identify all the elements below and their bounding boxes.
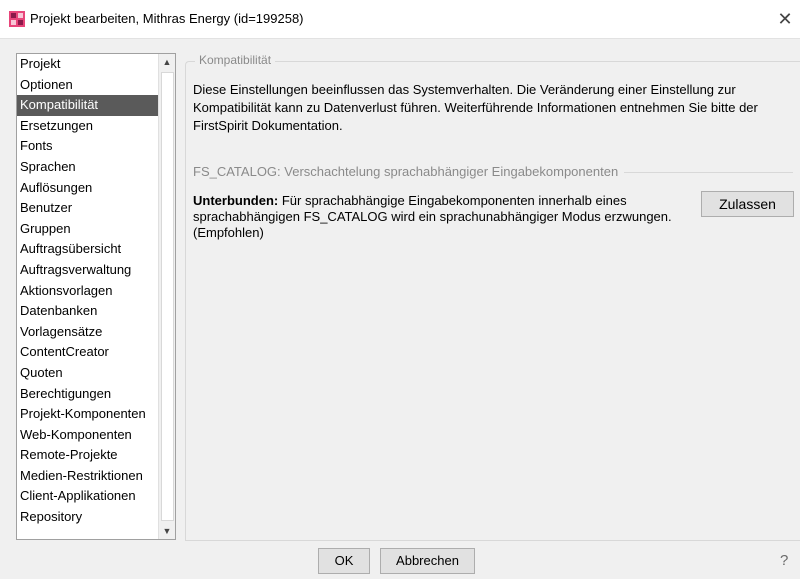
cancel-button[interactable]: Abbrechen bbox=[380, 548, 475, 574]
setting-title: FS_CATALOG: Verschachtelung sprachabhäng… bbox=[193, 164, 625, 179]
sidebar-item[interactable]: Auftragsübersicht bbox=[17, 239, 158, 260]
help-icon[interactable]: ? bbox=[780, 552, 788, 569]
group-title: Kompatibilität bbox=[195, 53, 276, 67]
sidebar-item[interactable]: Projekt-Komponenten bbox=[17, 404, 158, 425]
description-text: Diese Einstellungen beeinflussen das Sys… bbox=[193, 82, 758, 133]
sidebar-item[interactable]: Auftragsverwaltung bbox=[17, 260, 158, 281]
sidebar-item[interactable]: Medien-Restriktionen bbox=[17, 466, 158, 487]
sidebar: Projekt Optionen Kompatibilität Ersetzungen… bbox=[16, 53, 176, 540]
sidebar-item[interactable]: Client-Applikationen bbox=[17, 486, 158, 507]
allow-button[interactable]: Zulassen bbox=[701, 191, 794, 217]
sidebar-item[interactable]: Ersetzungen bbox=[17, 116, 158, 137]
sidebar-item[interactable]: Datenbanken bbox=[17, 301, 158, 322]
scroll-down-icon[interactable]: ▼ bbox=[159, 523, 175, 539]
sidebar-item[interactable]: Repository bbox=[17, 507, 158, 528]
sidebar-item[interactable]: Remote-Projekte bbox=[17, 445, 158, 466]
close-icon[interactable]: ✕ bbox=[770, 0, 800, 38]
sidebar-item[interactable]: Web-Komponenten bbox=[17, 425, 158, 446]
app-icon bbox=[9, 11, 25, 27]
sidebar-item[interactable]: Benutzer bbox=[17, 198, 158, 219]
sidebar-item[interactable]: Vorlagensätze bbox=[17, 322, 158, 343]
sidebar-list: Projekt Optionen Kompatibilität Ersetzungen… bbox=[17, 54, 158, 539]
sidebar-item[interactable]: Kompatibilität bbox=[17, 95, 158, 116]
title-bar: Projekt bearbeiten, Mithras Energy (id=1… bbox=[0, 0, 800, 39]
sidebar-item[interactable]: Quoten bbox=[17, 363, 158, 384]
sidebar-item[interactable]: Gruppen bbox=[17, 219, 158, 240]
sidebar-item[interactable]: Auflösungen bbox=[17, 178, 158, 199]
sidebar-item[interactable]: Optionen bbox=[17, 75, 158, 96]
sidebar-item[interactable]: ContentCreator bbox=[17, 342, 158, 363]
sidebar-item[interactable]: Sprachen bbox=[17, 157, 158, 178]
window-title: Projekt bearbeiten, Mithras Energy (id=1… bbox=[30, 11, 304, 26]
sidebar-item[interactable]: Aktionsvorlagen bbox=[17, 281, 158, 302]
sidebar-item[interactable]: Berechtigungen bbox=[17, 384, 158, 405]
setting-status-label: Unterbunden: bbox=[193, 193, 279, 208]
scroll-up-icon[interactable]: ▲ bbox=[159, 54, 175, 70]
sidebar-item[interactable]: Fonts bbox=[17, 136, 158, 157]
sidebar-scrollbar[interactable]: ▲ ▼ bbox=[158, 54, 175, 539]
ok-button[interactable]: OK bbox=[318, 548, 370, 574]
sidebar-item[interactable]: Projekt bbox=[17, 54, 158, 75]
scroll-thumb[interactable] bbox=[161, 72, 174, 521]
setting-description: Unterbunden: Für sprachabhängige Eingabe… bbox=[193, 193, 683, 241]
